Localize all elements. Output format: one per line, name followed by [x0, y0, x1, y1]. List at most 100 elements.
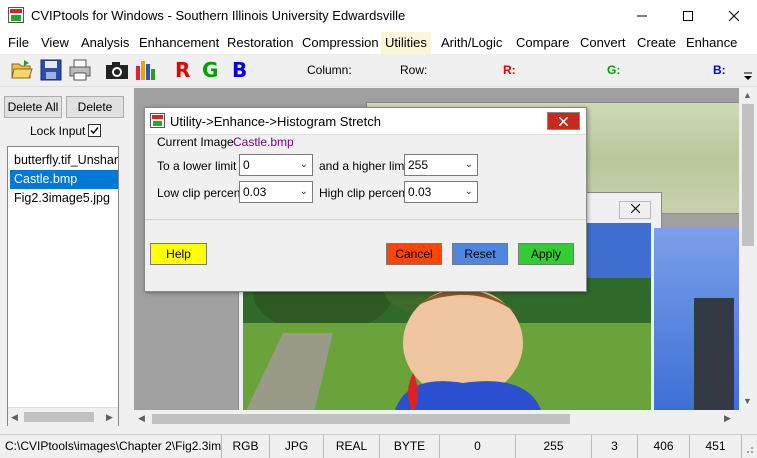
- menu-bar: File View Analysis Enhancement Restorati…: [0, 32, 757, 54]
- reset-button[interactable]: Reset: [452, 243, 508, 265]
- scroll-left-icon[interactable]: ◀: [11, 412, 18, 423]
- histogram-icon[interactable]: [134, 58, 158, 82]
- green-band-button[interactable]: G: [202, 58, 218, 82]
- status-color-space: RGB: [222, 435, 270, 458]
- current-image-value: Castle.bmp: [233, 135, 294, 149]
- workspace-vertical-scrollbar[interactable]: ▲ ▼: [739, 88, 757, 410]
- menu-analysis[interactable]: Analysis: [77, 32, 133, 54]
- resize-grip-icon[interactable]: [744, 443, 754, 453]
- high-clip-label: High clip percent: [319, 186, 409, 200]
- scroll-down-icon[interactable]: ▼: [743, 396, 752, 406]
- status-format: JPG: [270, 435, 324, 458]
- scroll-left-icon[interactable]: ◀: [138, 413, 145, 424]
- high-clip-value: 0.03: [408, 185, 432, 199]
- print-icon[interactable]: [68, 58, 92, 82]
- histogram-stretch-dialog: Utility->Enhance->Histogram Stretch Curr…: [144, 107, 587, 292]
- status-value-min: 0: [440, 435, 516, 458]
- column-label: Column:: [307, 63, 352, 77]
- maximize-button[interactable]: [665, 0, 711, 32]
- minimize-button[interactable]: [619, 0, 665, 32]
- open-folder-icon[interactable]: [10, 58, 34, 82]
- row-label: Row:: [400, 63, 428, 77]
- blue-band-label: B: [232, 58, 248, 82]
- app-icon[interactable]: [8, 7, 24, 23]
- delete-all-button[interactable]: Delete All: [4, 96, 62, 118]
- status-bands: 3: [592, 435, 638, 458]
- menu-create[interactable]: Create: [633, 32, 680, 54]
- menu-view[interactable]: View: [37, 32, 73, 54]
- close-button[interactable]: [711, 0, 757, 32]
- image-close-button[interactable]: [619, 201, 651, 219]
- current-image-label: Current Image: [157, 135, 234, 149]
- castle-image: [654, 228, 739, 410]
- lock-input-label: Lock Input: [30, 124, 86, 138]
- dialog-divider: [145, 219, 586, 220]
- save-icon[interactable]: [39, 58, 63, 82]
- chevron-down-icon: ⌄: [299, 186, 308, 197]
- scroll-up-icon[interactable]: ▲: [743, 90, 752, 100]
- higher-limit-select[interactable]: 255 ⌄: [404, 154, 478, 176]
- higher-limit-label: and a higher limit: [319, 159, 411, 173]
- blue-band-button[interactable]: B: [232, 58, 247, 82]
- apply-button[interactable]: Apply: [518, 243, 574, 265]
- maximize-icon: [683, 11, 693, 21]
- menu-utilities[interactable]: Utilities: [381, 32, 431, 54]
- scroll-right-icon[interactable]: ▶: [106, 412, 113, 423]
- scroll-thumb[interactable]: [24, 412, 94, 422]
- status-data-type: BYTE: [380, 435, 440, 458]
- castle-tower: [694, 298, 734, 410]
- list-item[interactable]: butterfly.tif_Unsharp: [10, 151, 118, 170]
- b-value-label: B:: [713, 63, 726, 77]
- menu-enhance[interactable]: Enhance: [682, 32, 741, 54]
- lower-limit-value: 0: [243, 158, 250, 172]
- minimize-icon: [637, 15, 647, 17]
- chevron-down-icon: ⌄: [299, 159, 308, 170]
- menu-enhancement[interactable]: Enhancement: [135, 32, 223, 54]
- menu-convert[interactable]: Convert: [576, 32, 630, 54]
- low-clip-select[interactable]: 0.03 ⌄: [239, 181, 313, 203]
- toolbar: R G B Column: Row: R: G: B:: [0, 54, 757, 87]
- title-bar: CVIPtools for Windows - Southern Illinoi…: [0, 0, 757, 32]
- status-path: C:\CVIPtools\images\Chapter 2\Fig2.3im: [0, 435, 222, 458]
- chevron-down-icon: ⌄: [464, 186, 473, 197]
- high-clip-select[interactable]: 0.03 ⌄: [404, 181, 478, 203]
- toolbar-overflow-button[interactable]: [743, 70, 753, 82]
- red-band-button[interactable]: R: [175, 58, 190, 82]
- camera-icon[interactable]: [105, 58, 129, 82]
- help-button[interactable]: Help: [150, 243, 207, 265]
- list-horizontal-scrollbar[interactable]: ◀ ▶: [8, 407, 118, 426]
- dialog-title-bar: Utility->Enhance->Histogram Stretch: [145, 108, 586, 135]
- status-width: 451: [690, 435, 742, 458]
- lock-input-checkbox[interactable]: [88, 124, 101, 137]
- checkmark-icon: [90, 127, 99, 135]
- chevron-down-icon: ⌄: [464, 159, 473, 170]
- dialog-app-icon: [150, 113, 165, 128]
- scroll-thumb[interactable]: [742, 104, 754, 246]
- menu-restoration[interactable]: Restoration: [223, 32, 297, 54]
- low-clip-value: 0.03: [243, 185, 267, 199]
- menu-compression[interactable]: Compression: [298, 32, 383, 54]
- red-band-label: R: [175, 58, 191, 82]
- menu-file[interactable]: File: [4, 32, 33, 54]
- list-item-selected[interactable]: Castle.bmp: [10, 170, 118, 189]
- image-file-list[interactable]: butterfly.tif_Unsharp Castle.bmp Fig2.3i…: [7, 146, 119, 426]
- higher-limit-value: 255: [408, 158, 429, 172]
- dialog-title: Utility->Enhance->Histogram Stretch: [170, 114, 381, 129]
- delete-button[interactable]: Delete: [66, 96, 124, 118]
- cancel-button[interactable]: Cancel: [386, 243, 442, 265]
- menu-arith-logic[interactable]: Arith/Logic: [437, 32, 506, 54]
- dialog-close-button[interactable]: [547, 112, 580, 130]
- list-item[interactable]: Fig2.3image5.jpg: [10, 189, 118, 208]
- chevron-down-icon: [744, 72, 752, 80]
- scroll-right-icon[interactable]: ▶: [724, 413, 731, 424]
- green-band-label: G: [202, 58, 219, 82]
- r-value-label: R:: [503, 63, 516, 77]
- scroll-thumb[interactable]: [152, 414, 570, 424]
- status-height: 406: [638, 435, 690, 458]
- lower-limit-select[interactable]: 0 ⌄: [239, 154, 313, 176]
- workspace-horizontal-scrollbar[interactable]: ◀ ▶: [134, 410, 739, 428]
- window-title: CVIPtools for Windows - Southern Illinoi…: [31, 8, 406, 23]
- menu-compare[interactable]: Compare: [512, 32, 573, 54]
- low-clip-label: Low clip percent: [157, 186, 244, 200]
- lower-limit-label: To a lower limit: [157, 159, 237, 173]
